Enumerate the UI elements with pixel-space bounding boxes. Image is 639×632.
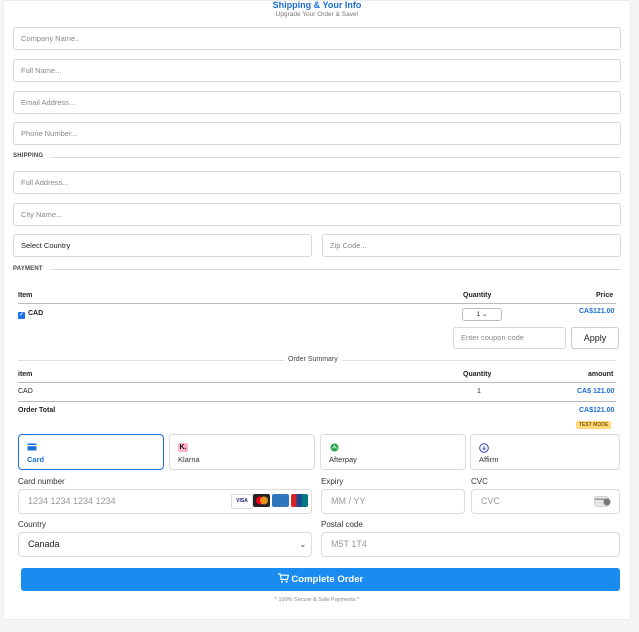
- quantity-select[interactable]: 1 ⌄: [462, 308, 502, 321]
- secure-payment-note: * 100% Secure & Safe Payments *: [274, 597, 360, 603]
- city-input[interactable]: City Name...: [13, 203, 621, 226]
- summary-row-amount: CA$ 121.00: [577, 388, 615, 395]
- afterpay-method-label: Afterpay: [329, 455, 357, 464]
- summary-row-qty: 1: [477, 388, 481, 395]
- summary-row-item: CAD: [18, 388, 33, 395]
- cvc-label: CVC: [471, 477, 488, 486]
- chevron-down-icon: ⌄: [299, 539, 307, 549]
- payment-section-label: PAYMENT: [13, 266, 43, 272]
- summary-quantity-header: Quantity: [463, 371, 492, 378]
- country-label: Country: [18, 520, 47, 529]
- affirm-icon: a: [479, 443, 489, 453]
- chevron-down-icon: ⌄: [481, 311, 488, 318]
- complete-order-button[interactable]: Complete Order: [21, 568, 620, 591]
- svg-text:a: a: [482, 446, 486, 452]
- postal-code-label: Postal code: [321, 520, 363, 529]
- test-mode-badge: TEST MODE: [576, 421, 612, 429]
- payment-method-afterpay[interactable]: Afterpay: [320, 434, 466, 470]
- apply-coupon-button[interactable]: Apply: [571, 327, 619, 349]
- expiry-input[interactable]: MM / YY: [321, 489, 465, 514]
- product-price: CA$121.00: [579, 308, 615, 315]
- order-total-label: Order Total: [18, 407, 56, 414]
- card-number-label: Card number: [18, 477, 65, 486]
- address-input[interactable]: Full Address...: [13, 171, 621, 194]
- card-country-select[interactable]: Canada: [18, 532, 312, 557]
- summary-header-divider: [18, 382, 616, 383]
- email-input[interactable]: Email Address...: [13, 91, 621, 114]
- cvc-card-icon: [594, 495, 612, 513]
- mastercard-icon: [253, 494, 270, 507]
- full-name-input[interactable]: Full Name...: [13, 59, 621, 82]
- summary-row-divider: [18, 401, 616, 402]
- postal-code-input[interactable]: M5T 1T4: [321, 532, 620, 557]
- payment-method-klarna[interactable]: K. Klarna: [169, 434, 315, 470]
- order-summary-label: Order Summary: [284, 356, 342, 363]
- affirm-method-label: Affirm: [479, 455, 499, 464]
- summary-amount-header: amount: [588, 371, 614, 378]
- expiry-label: Expiry: [321, 477, 344, 486]
- card-method-label: Card: [27, 455, 45, 464]
- phone-input[interactable]: Phone Number...: [13, 122, 621, 145]
- order-total-value: CA$121.00: [579, 407, 615, 414]
- shipping-divider: [50, 157, 621, 158]
- country-select[interactable]: Select Country: [13, 234, 312, 257]
- product-name: CAD: [28, 310, 44, 317]
- cart-icon: [277, 573, 290, 585]
- payment-method-card[interactable]: Card: [18, 434, 164, 470]
- product-checkbox[interactable]: ✓: [18, 312, 25, 319]
- col-price-header: Price: [596, 292, 614, 299]
- summary-item-header: item: [18, 371, 33, 378]
- quantity-value: 1: [476, 311, 481, 318]
- card-icon: [27, 443, 37, 452]
- items-header-divider: [18, 303, 616, 304]
- unionpay-icon: [291, 494, 308, 507]
- zip-input[interactable]: Zip Code...: [322, 234, 621, 257]
- col-item-header: Item: [18, 292, 33, 299]
- coupon-input[interactable]: Enter coupon code: [453, 327, 566, 349]
- checkout-card: Shipping & Your Info Upgrade Your Order …: [3, 0, 631, 620]
- shipping-section-label: SHIPPING: [13, 153, 44, 159]
- page-title: Shipping & Your Info: [272, 0, 362, 10]
- amex-icon: [272, 494, 289, 507]
- payment-divider: [50, 269, 621, 270]
- afterpay-icon: [329, 443, 339, 452]
- visa-icon: VISA: [231, 494, 253, 509]
- page-subtitle: Upgrade Your Order & Save!: [275, 11, 359, 18]
- klarna-method-label: Klarna: [178, 455, 200, 464]
- col-quantity-header: Quantity: [463, 292, 492, 299]
- complete-order-label: Complete Order: [291, 574, 364, 585]
- company-name-input[interactable]: Company Name..: [13, 27, 621, 50]
- payment-method-affirm[interactable]: a Affirm: [470, 434, 620, 470]
- klarna-icon: K.: [178, 443, 188, 452]
